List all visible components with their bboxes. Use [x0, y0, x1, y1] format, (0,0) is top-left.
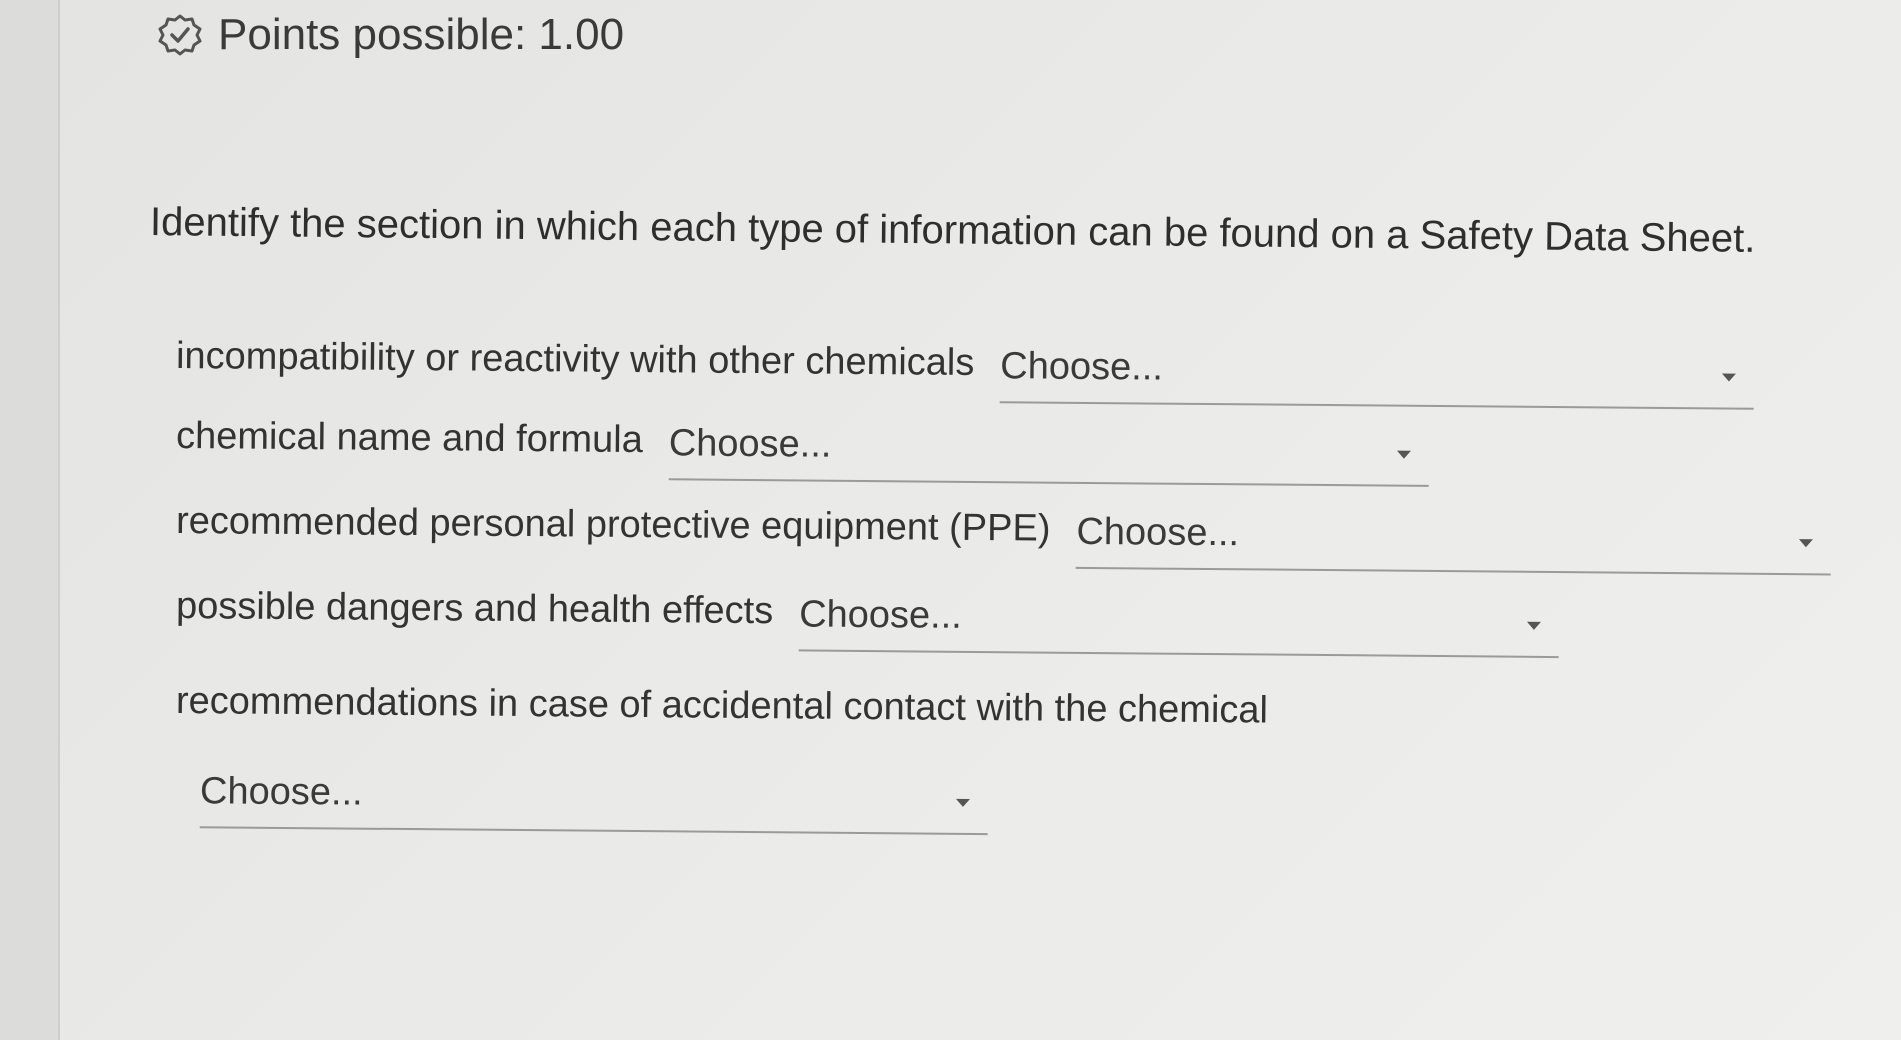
match-row-5: recommendations in case of accidental co… [176, 675, 1268, 733]
answer-dropdown-5[interactable]: Choose... [199, 762, 989, 836]
chevron-down-icon [1799, 539, 1814, 548]
match-row-label: recommended personal protective equipmen… [175, 500, 1051, 550]
dropdown-value: Choose... [668, 422, 832, 466]
left-panel-edge [0, 0, 60, 1040]
chevron-down-icon [1396, 450, 1411, 459]
dropdown-value: Choose... [1076, 510, 1240, 555]
dropdown-value: Choose... [798, 593, 963, 637]
answer-dropdown-1[interactable]: Choose... [999, 337, 1755, 410]
dropdown-value: Choose... [199, 770, 363, 814]
chevron-down-icon [1722, 373, 1737, 382]
answer-dropdown-2[interactable]: Choose... [668, 414, 1430, 487]
match-row-1: incompatibility or reactivity with other… [176, 330, 1755, 410]
dropdown-value: Choose... [1000, 345, 1164, 389]
match-row-label: possible dangers and health effects [175, 585, 774, 633]
match-row-label: chemical name and formula [175, 415, 644, 462]
points-label: Points possible: 1.00 [218, 10, 625, 59]
match-row-label: recommendations in case of accidental co… [175, 680, 1269, 732]
points-possible: Points possible: 1.00 [156, 10, 624, 60]
badge-check-icon [158, 14, 202, 56]
match-row-label: incompatibility or reactivity with other… [175, 335, 975, 384]
match-row-4: possible dangers and health effects Choo… [175, 580, 1560, 659]
match-row-2: chemical name and formula Choose... [175, 410, 1430, 487]
match-row-5-dropdown-wrap: Choose... [174, 762, 989, 836]
chevron-down-icon [955, 798, 970, 807]
answer-dropdown-3[interactable]: Choose... [1076, 502, 1832, 576]
chevron-down-icon [1527, 621, 1542, 630]
answer-dropdown-4[interactable]: Choose... [798, 585, 1560, 659]
